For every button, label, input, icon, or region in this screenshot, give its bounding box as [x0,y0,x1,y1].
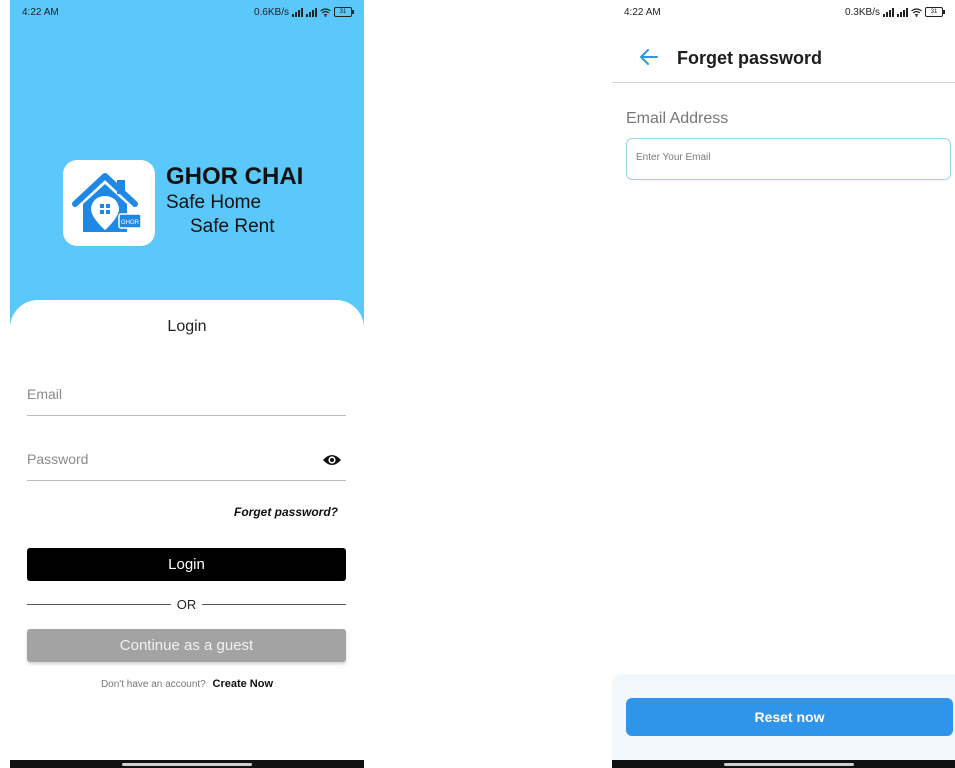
create-now-link[interactable]: Create Now [213,678,274,690]
login-card [10,300,364,760]
signal-icon [306,7,317,17]
divider-line [202,603,346,605]
brand-tagline-1: Safe Home [166,192,262,213]
brand-block: GHOR CHAI Safe Home Safe Rent [166,163,303,239]
network-speed: 0.6KB/s [253,6,289,18]
signal-icon [883,7,894,17]
house-icon: GHOR [72,173,142,232]
signal-icon [897,7,908,17]
logo-badge-text: GHOR [121,220,140,226]
password-field[interactable] [27,447,346,481]
battery-icon: 31 [334,7,354,17]
status-time: 4:22 AM [22,6,59,18]
forget-password-screen: 4:22 AM 0.3KB/s 31 Forget password Email… [612,0,955,768]
email-field[interactable] [626,138,951,180]
email-input[interactable] [636,152,936,163]
page-title: Forget password [677,48,823,68]
reset-now-button[interactable]: Reset now [626,698,953,736]
or-text: OR [176,596,197,612]
system-nav-bar [612,760,955,768]
email-input[interactable] [27,386,297,402]
app-logo: GHOR [63,160,155,246]
status-bar: 4:22 AM 0.3KB/s 31 [612,0,955,24]
login-heading: Login [167,318,207,335]
status-time: 4:22 AM [624,6,661,18]
brand-tagline-2: Safe Rent [190,216,275,237]
home-handle[interactable] [122,763,252,766]
home-handle[interactable] [724,763,854,766]
no-account-text: Don't have an account? [100,679,206,690]
back-arrow-icon[interactable] [638,46,660,68]
email-address-label: Email Address [626,110,729,127]
wifi-icon [911,7,922,17]
signup-row: Don't have an account? Create Now [10,678,364,690]
network-speed: 0.3KB/s [844,6,880,18]
forget-password-link[interactable]: Forget password? [234,505,338,519]
guest-button[interactable]: Continue as a guest [27,629,346,662]
system-nav-bar [10,760,364,768]
divider-line [27,603,171,605]
or-divider: OR [27,596,346,612]
login-button[interactable]: Login [27,548,346,581]
app-bar: Forget password [612,36,955,83]
eye-icon[interactable] [322,453,342,467]
status-icons: 0.6KB/s 31 [253,6,354,18]
brand-title: GHOR CHAI [166,163,304,190]
wifi-icon [320,7,331,17]
signal-icon [292,7,303,17]
battery-icon: 31 [925,7,945,17]
status-icons: 0.3KB/s 31 [844,6,945,18]
login-screen: 4:22 AM 0.6KB/s 31 GHOR GHOR CHAI Safe H… [10,0,364,768]
password-input[interactable] [27,451,297,467]
status-bar: 4:22 AM 0.6KB/s 31 [10,0,364,24]
email-field[interactable] [27,382,346,416]
